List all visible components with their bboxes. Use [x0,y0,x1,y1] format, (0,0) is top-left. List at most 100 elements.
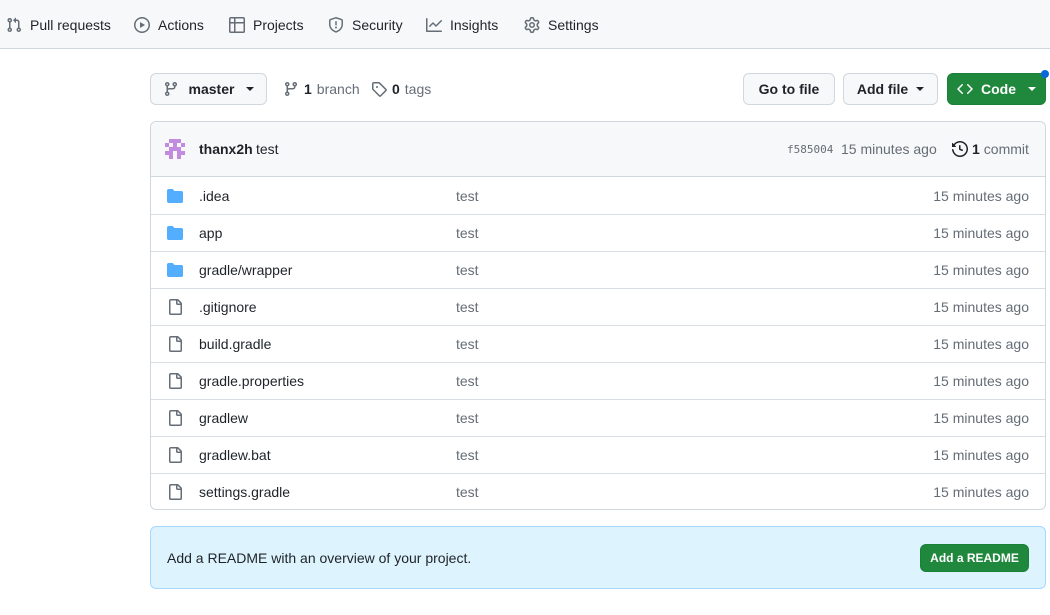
gear-icon [524,16,540,33]
file-icon [167,336,183,352]
folder-icon [167,225,183,241]
file-age: 15 minutes ago [933,447,1029,463]
file-name-link[interactable]: gradlew.bat [199,447,271,463]
branches-link[interactable]: 1 branch [283,81,360,97]
avatar[interactable] [165,138,185,160]
go-to-file-button[interactable]: Go to file [743,73,835,105]
file-commit-message[interactable]: test [456,484,479,500]
branch-select-button[interactable]: master [150,73,267,105]
chevron-down-icon [916,87,925,91]
file-name-link[interactable]: gradle.properties [199,373,304,389]
folder-icon [167,188,183,204]
file-name-link[interactable]: app [199,225,222,241]
branch-icon [164,82,177,97]
file-row[interactable]: gradlew.bat test 15 minutes ago [151,436,1045,473]
nav-label: Actions [158,16,204,33]
branch-count: 1 [304,81,312,97]
file-icon [167,484,183,500]
branch-name: master [188,81,235,97]
play-icon [134,16,150,33]
latest-commit-bar: thanx2h test f585004 15 minutes ago 1 co… [151,122,1045,177]
readme-banner: Add a README with an overview of your pr… [150,526,1046,589]
file-name-link[interactable]: gradle/wrapper [199,262,292,278]
code-button[interactable]: Code [947,73,1046,105]
tag-count: 0 [392,81,400,97]
table-icon [229,16,245,33]
file-row[interactable]: .idea test 15 minutes ago [151,177,1045,214]
tag-icon [372,82,387,97]
file-age: 15 minutes ago [933,299,1029,315]
nav-security[interactable]: Security [328,0,403,49]
commit-time: 15 minutes ago [841,141,937,157]
go-to-file-label: Go to file [758,81,820,97]
file-age: 15 minutes ago [933,373,1029,389]
chevron-down-icon [1028,87,1036,91]
file-icon [167,299,183,315]
file-icon [167,410,183,426]
file-row[interactable]: gradle/wrapper test 15 minutes ago [151,251,1045,288]
file-commit-message[interactable]: test [456,299,479,315]
file-name-link[interactable]: .idea [199,188,229,204]
file-name-link[interactable]: settings.gradle [199,484,290,500]
file-age: 15 minutes ago [933,484,1029,500]
graph-icon [426,17,442,32]
file-age: 15 minutes ago [933,336,1029,352]
code-icon [957,83,973,95]
file-row[interactable]: gradlew test 15 minutes ago [151,399,1045,436]
file-icon [167,447,183,463]
file-row[interactable]: build.gradle test 15 minutes ago [151,325,1045,362]
file-row[interactable]: .gitignore test 15 minutes ago [151,288,1045,325]
file-row[interactable]: app test 15 minutes ago [151,214,1045,251]
nav-settings[interactable]: Settings [524,0,599,49]
commit-author[interactable]: thanx2h [199,141,253,157]
add-file-label: Add file [856,81,909,97]
history-icon [952,141,968,157]
file-age: 15 minutes ago [933,225,1029,241]
commit-count: 1 [972,141,980,157]
pull-request-icon [7,17,22,32]
branch-icon [284,82,297,97]
file-commit-message[interactable]: test [456,336,479,352]
file-row[interactable]: settings.gradle test 15 minutes ago [151,473,1045,509]
add-file-button[interactable]: Add file [843,73,938,105]
commit-message[interactable]: test [256,141,279,157]
branch-word: branch [316,81,360,97]
nav-label: Insights [450,16,499,33]
shield-icon [329,16,343,33]
nav-insights[interactable]: Insights [426,0,498,49]
file-row[interactable]: gradle.properties test 15 minutes ago [151,362,1045,399]
folder-icon [167,262,183,278]
nav-label: Projects [253,16,304,33]
nav-label: Pull requests [30,16,111,33]
add-readme-label: Add a README [930,551,1019,565]
chevron-down-icon [246,87,255,91]
nav-projects[interactable]: Projects [229,0,304,49]
file-commit-message[interactable]: test [456,373,479,389]
file-commit-message[interactable]: test [456,225,479,241]
nav-pull-requests[interactable]: Pull requests [6,0,111,49]
commit-history-link[interactable]: 1 commit [952,141,1029,157]
file-commit-message[interactable]: test [456,262,479,278]
file-icon [167,373,183,389]
nav-actions[interactable]: Actions [134,0,204,49]
file-age: 15 minutes ago [933,410,1029,426]
add-readme-button[interactable]: Add a README [920,544,1029,572]
file-age: 15 minutes ago [933,187,1029,204]
nav-label: Settings [548,16,599,33]
repo-nav: Pull requests Actions Projects Security … [0,0,1050,49]
file-commit-message[interactable]: test [456,188,479,204]
nav-label: Security [352,16,403,33]
file-age: 15 minutes ago [933,262,1029,278]
file-name-link[interactable]: build.gradle [199,336,271,352]
readme-prompt: Add a README with an overview of your pr… [167,550,472,566]
tag-word: tags [404,81,432,97]
notification-dot [1041,70,1049,78]
commit-count-word: commit [983,141,1029,157]
code-label: Code [981,81,1016,97]
file-name-link[interactable]: .gitignore [199,299,257,315]
file-commit-message[interactable]: test [456,447,479,463]
file-name-link[interactable]: gradlew [199,410,248,426]
tags-link[interactable]: 0 tags [371,81,431,97]
commit-sha[interactable]: f585004 [787,143,833,156]
file-commit-message[interactable]: test [456,410,479,426]
